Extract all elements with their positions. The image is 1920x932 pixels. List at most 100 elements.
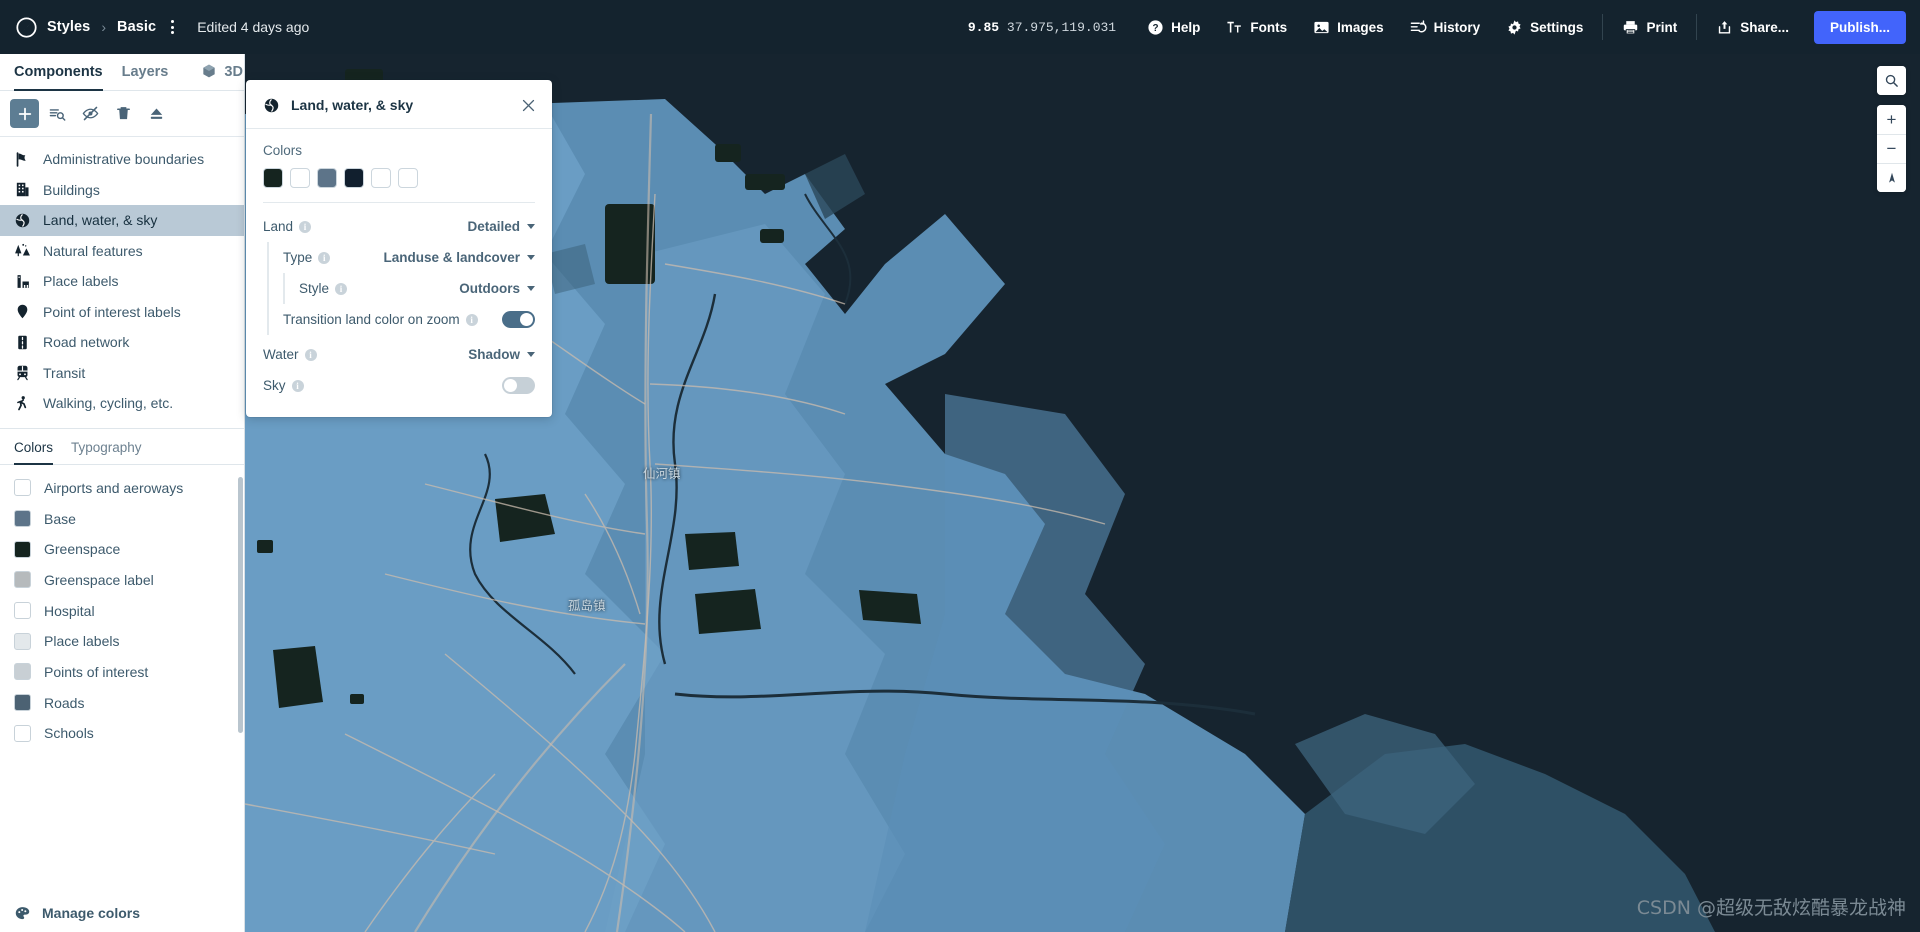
map-search-group xyxy=(1877,66,1906,95)
images-button[interactable]: Images xyxy=(1300,0,1397,54)
publish-button[interactable]: Publish... xyxy=(1813,10,1906,44)
type-select-value: Landuse & landcover xyxy=(383,250,520,265)
sidebar-item-place-labels[interactable]: Place labels xyxy=(0,266,244,297)
panel-body: Colors Land i Detailed Type i Landuse & … xyxy=(246,129,552,417)
color-swatch[interactable] xyxy=(14,479,31,497)
land-water-sky-panel: Land, water, & sky Colors Land i Detaile… xyxy=(246,80,552,417)
fonts-button[interactable]: Fonts xyxy=(1213,0,1300,54)
sidebar-item-buildings[interactable]: Buildings xyxy=(0,175,244,206)
sidebar-item-label: Administrative boundaries xyxy=(43,151,205,168)
map-controls: + − xyxy=(1877,66,1906,192)
info-icon[interactable]: i xyxy=(299,220,312,233)
tree-mountain-icon xyxy=(14,242,31,259)
toolbar-divider-1 xyxy=(1602,14,1604,40)
row-type: Type i Landuse & landcover xyxy=(283,242,535,273)
add-component-button[interactable] xyxy=(10,99,39,128)
color-item-place-labels[interactable]: Place labels xyxy=(0,626,244,657)
settings-button[interactable]: Settings xyxy=(1493,0,1596,54)
info-icon[interactable]: i xyxy=(304,348,317,361)
color-swatch[interactable] xyxy=(14,663,31,681)
sky-toggle[interactable] xyxy=(502,377,535,394)
globe-icon xyxy=(14,212,31,229)
manage-colors-button[interactable]: Manage colors xyxy=(0,894,244,932)
color-item-points-of-interest[interactable]: Points of interest xyxy=(0,657,244,688)
info-icon[interactable]: i xyxy=(318,251,331,264)
sidebar-item-transit[interactable]: Transit xyxy=(0,358,244,389)
type-select[interactable]: Landuse & landcover xyxy=(383,250,535,265)
tab-layers[interactable]: Layers xyxy=(122,64,169,91)
globe-icon xyxy=(263,97,280,114)
color-item-hospital[interactable]: Hospital xyxy=(0,595,244,626)
colors-list[interactable]: Airports and aeroways Base Greenspace Gr… xyxy=(0,465,244,895)
tab-colors[interactable]: Colors xyxy=(14,440,54,465)
hide-layers-button[interactable] xyxy=(76,99,105,128)
search-layers-button[interactable] xyxy=(43,99,72,128)
sidebar-item-point-of-interest-labels[interactable]: Point of interest labels xyxy=(0,297,244,328)
history-button[interactable]: History xyxy=(1397,0,1494,54)
color-swatch[interactable] xyxy=(14,602,31,620)
style-select[interactable]: Outdoors xyxy=(459,281,535,296)
info-icon[interactable]: i xyxy=(291,379,304,392)
sidebar-item-natural-features[interactable]: Natural features xyxy=(0,236,244,267)
breadcrumb-separator: › xyxy=(101,19,106,35)
panel-swatch-white-3[interactable] xyxy=(398,168,418,188)
row-transition-land-color: Transition land color on zoom i xyxy=(283,304,535,335)
print-button[interactable]: Print xyxy=(1609,0,1690,54)
eject-button[interactable] xyxy=(142,99,171,128)
land-select[interactable]: Detailed xyxy=(467,219,535,234)
topbar-left: Styles › Basic Edited 4 days ago xyxy=(0,16,309,38)
color-swatch[interactable] xyxy=(14,571,31,589)
sidebar-item-road-network[interactable]: Road network xyxy=(0,327,244,358)
trash-icon[interactable] xyxy=(109,99,138,128)
close-icon[interactable] xyxy=(518,95,538,115)
sidebar-tabs: Components Layers 3D xyxy=(0,54,244,91)
color-item-greenspace[interactable]: Greenspace xyxy=(0,534,244,565)
panel-swatch-dark-navy[interactable] xyxy=(344,168,364,188)
row-sky-label-group: Sky i xyxy=(263,378,304,393)
chevron-down-icon xyxy=(527,352,535,357)
color-item-base[interactable]: Base xyxy=(0,503,244,534)
share-button[interactable]: Share... xyxy=(1703,0,1802,54)
info-icon[interactable]: i xyxy=(465,313,478,326)
sidebar-item-administrative-boundaries[interactable]: Administrative boundaries xyxy=(0,144,244,175)
colors-scrollbar[interactable] xyxy=(238,476,243,733)
map-search-button[interactable] xyxy=(1877,66,1906,95)
color-item-schools[interactable]: Schools xyxy=(0,718,244,749)
row-transition-label-group: Transition land color on zoom i xyxy=(283,312,478,327)
tab-typography[interactable]: Typography xyxy=(71,440,142,465)
color-swatch[interactable] xyxy=(14,724,31,742)
color-swatch[interactable] xyxy=(14,694,31,712)
panel-swatch-white-1[interactable] xyxy=(290,168,310,188)
tab-3d[interactable]: 3D xyxy=(201,63,243,91)
gear-icon xyxy=(1506,19,1523,36)
panel-swatch-white-2[interactable] xyxy=(371,168,391,188)
row-water: Water i Shadow xyxy=(263,339,535,370)
breadcrumb-current-style[interactable]: Basic xyxy=(117,19,156,35)
color-label: Airports and aeroways xyxy=(44,479,184,496)
panel-swatch-greenspace[interactable] xyxy=(263,168,283,188)
color-swatch[interactable] xyxy=(14,510,31,528)
mapbox-compass-icon[interactable] xyxy=(16,16,37,38)
color-item-roads[interactable]: Roads xyxy=(0,687,244,718)
breadcrumb-styles[interactable]: Styles xyxy=(47,19,90,35)
color-item-greenspace-label[interactable]: Greenspace label xyxy=(0,565,244,596)
sidebar-item-walking-cycling[interactable]: Walking, cycling, etc. xyxy=(0,388,244,419)
sidebar-item-land-water-sky[interactable]: Land, water, & sky xyxy=(0,205,244,236)
help-button[interactable]: ? Help xyxy=(1134,0,1213,54)
panel-swatch-base[interactable] xyxy=(317,168,337,188)
transition-land-color-toggle[interactable] xyxy=(502,311,535,328)
color-swatch[interactable] xyxy=(14,540,31,558)
zoom-in-button[interactable]: + xyxy=(1877,105,1906,134)
tab-components[interactable]: Components xyxy=(14,64,103,91)
color-item-airports[interactable]: Airports and aeroways xyxy=(0,473,244,504)
manage-colors-label: Manage colors xyxy=(42,905,141,921)
water-select[interactable]: Shadow xyxy=(468,347,535,362)
sidebar-item-label: Point of interest labels xyxy=(43,303,181,320)
info-icon[interactable]: i xyxy=(335,282,348,295)
compass-button[interactable] xyxy=(1877,163,1906,192)
row-style-label: Style xyxy=(299,281,330,296)
cube-icon xyxy=(201,63,218,80)
zoom-out-button[interactable]: − xyxy=(1877,134,1906,163)
color-swatch[interactable] xyxy=(14,632,31,650)
kebab-menu-icon[interactable] xyxy=(166,16,179,38)
